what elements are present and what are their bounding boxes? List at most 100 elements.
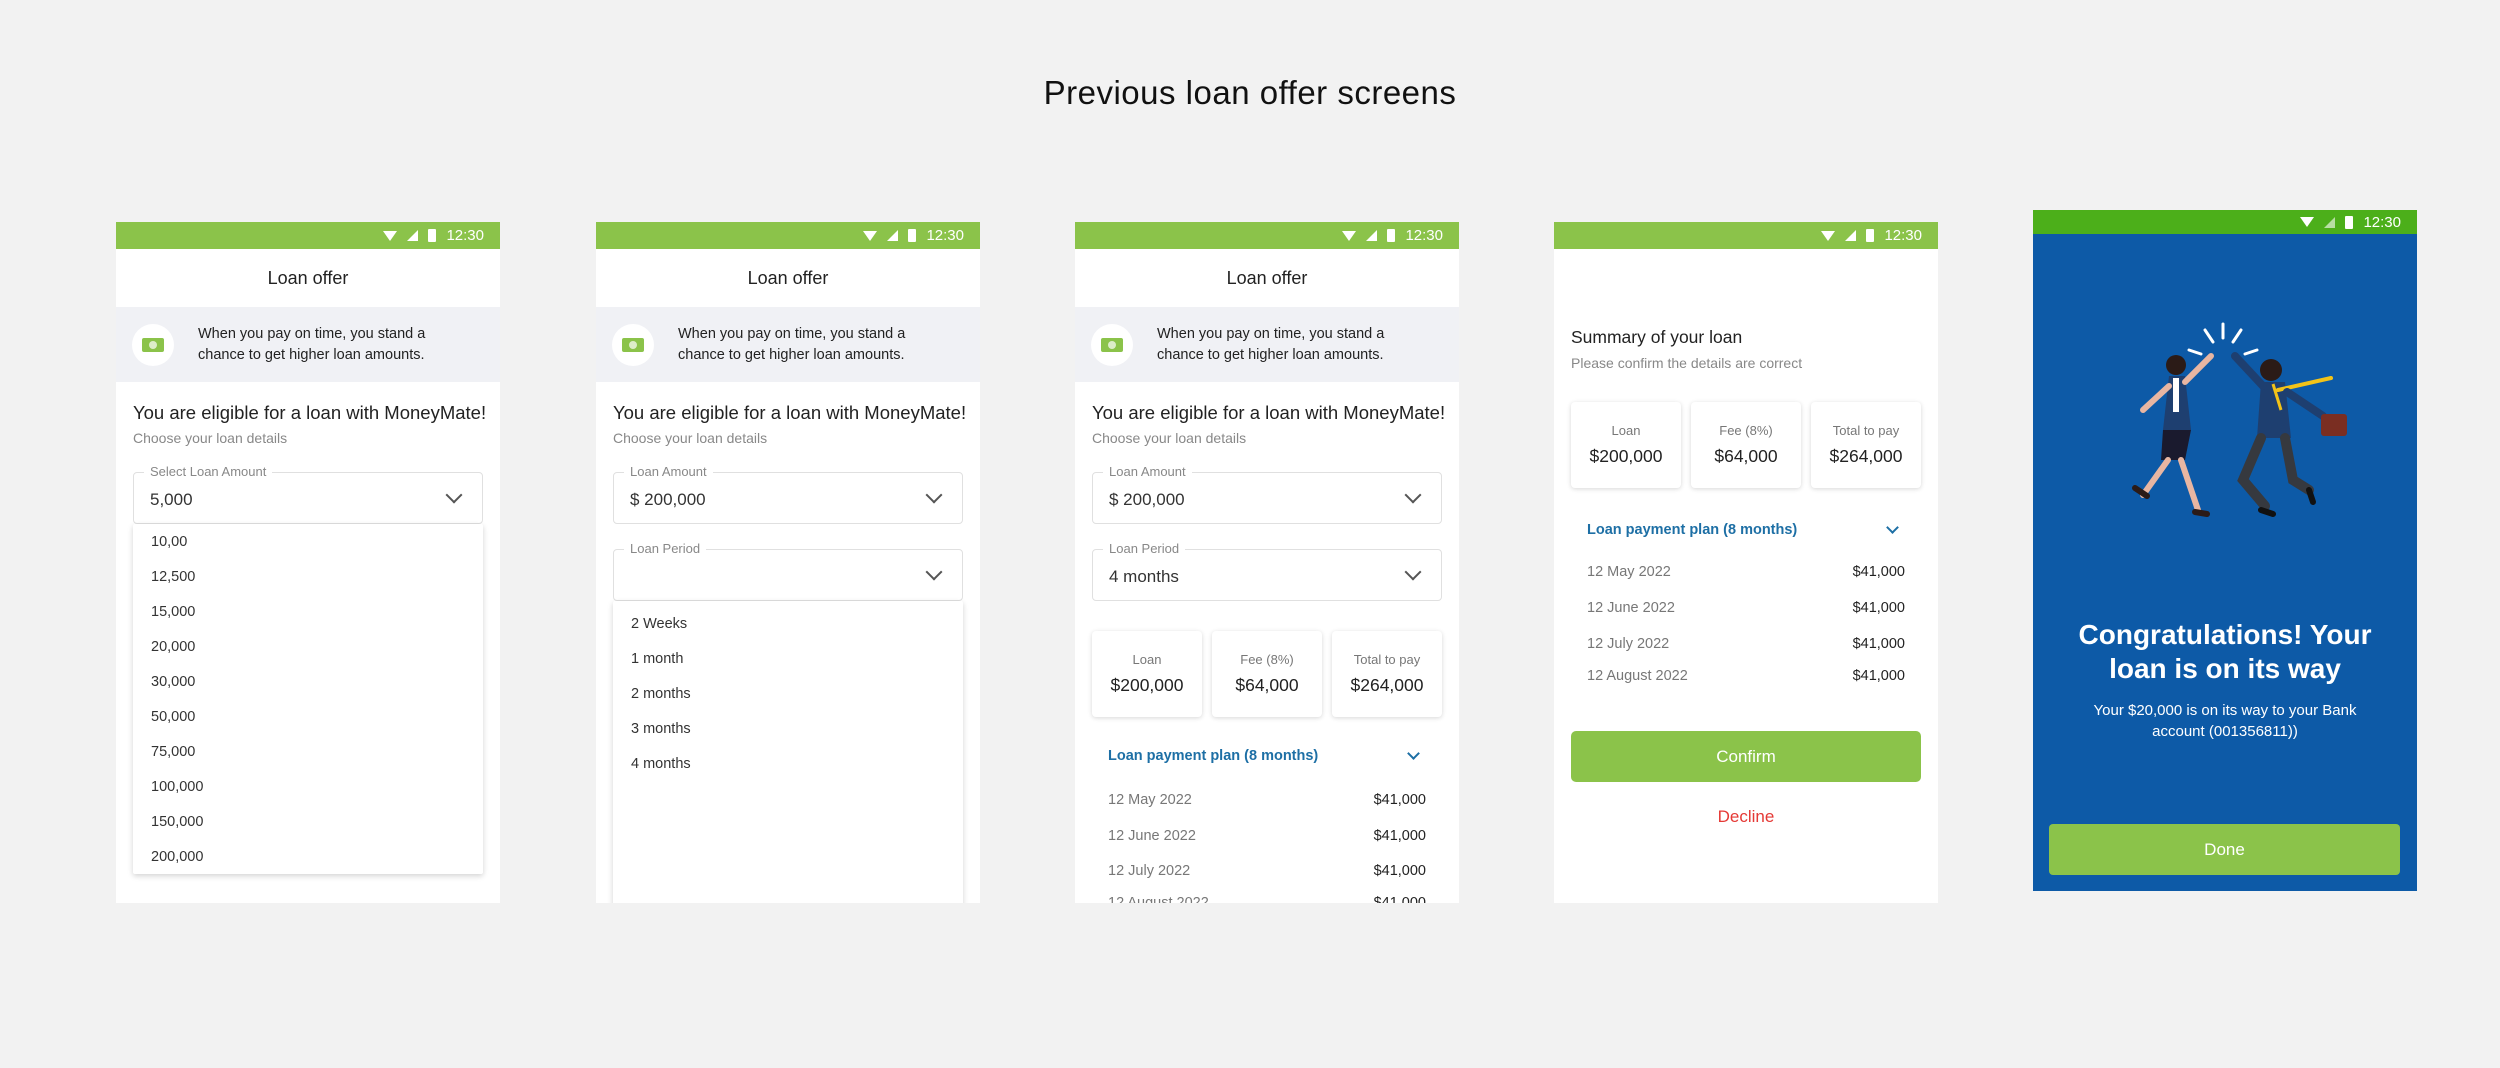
payment-date: 12 August 2022 [1587, 668, 1688, 684]
dropdown-option[interactable]: 4 months [613, 746, 963, 781]
payment-row: 12 July 2022 $41,000 [1587, 636, 1905, 652]
battery-icon [2345, 215, 2354, 229]
status-bar: 12:30 [1075, 222, 1459, 249]
eligible-subtitle: Choose your loan details [133, 430, 288, 446]
payment-plan-toggle[interactable]: Loan payment plan (8 months) [1587, 521, 1905, 538]
payment-date: 12 July 2022 [1587, 636, 1670, 652]
tip-text: When you pay on time, you stand a chance… [198, 325, 426, 363]
payment-amount: $41,000 [1852, 564, 1905, 580]
dropdown-option[interactable]: 50,000 [133, 699, 483, 734]
status-time: 12:30 [1405, 227, 1443, 244]
payment-date: 12 June 2022 [1587, 600, 1675, 616]
total-card: Total to pay $264,000 [1811, 402, 1921, 488]
signal-icon [407, 230, 419, 241]
payment-row: 12 June 2022 $41,000 [1108, 828, 1426, 844]
total-card: Total to pay $264,000 [1332, 631, 1442, 717]
app-header-title: Loan offer [1075, 249, 1459, 307]
battery-icon [428, 229, 437, 242]
dropdown-option[interactable]: 150,000 [133, 804, 483, 839]
dropdown-option[interactable]: 12,500 [133, 559, 483, 594]
card-value: $200,000 [1110, 675, 1184, 695]
loan-amount-select[interactable]: Select Loan Amount 5,000 [133, 464, 483, 524]
app-header-title: Loan offer [116, 249, 500, 307]
payment-row: 12 June 2022 $41,000 [1587, 600, 1905, 616]
dropdown-option[interactable]: 1 month [613, 641, 963, 676]
loan-amount-dropdown: 10,00 12,500 15,000 20,000 30,000 50,000… [133, 524, 483, 874]
tip-banner: When you pay on time, you stand a chance… [596, 307, 980, 382]
dropdown-option[interactable]: 15,000 [133, 594, 483, 629]
loan-card: Loan $200,000 [1571, 402, 1681, 488]
confirm-button[interactable]: Confirm [1571, 731, 1921, 782]
loan-card: Loan $200,000 [1092, 631, 1202, 717]
payment-plan-title: Loan payment plan (8 months) [1587, 522, 1798, 538]
field-label: Loan Period [624, 541, 707, 556]
battery-icon [908, 229, 917, 242]
payment-amount: $41,000 [1373, 792, 1426, 808]
eligible-title: You are eligible for a loan with MoneyMa… [613, 402, 967, 423]
celebration-illustration [2132, 322, 2347, 517]
payment-date: 12 May 2022 [1587, 564, 1671, 580]
payment-amount: $41,000 [1852, 636, 1905, 652]
field-value: $ 200,000 [630, 490, 706, 509]
loan-period-select[interactable]: Loan Period 4 months [1092, 541, 1442, 601]
loan-period-dropdown: 2 Weeks 1 month 2 months 3 months 4 mont… [613, 601, 963, 903]
done-button[interactable]: Done [2049, 824, 2400, 875]
loan-amount-select[interactable]: Loan Amount $ 200,000 [1092, 464, 1442, 524]
status-time: 12:30 [446, 227, 484, 244]
status-bar: 12:30 [2033, 210, 2417, 234]
payment-amount: $41,000 [1373, 863, 1426, 879]
payment-amount: $41,000 [1373, 828, 1426, 844]
loan-period-select[interactable]: Loan Period [613, 541, 963, 601]
dropdown-option[interactable]: 75,000 [133, 734, 483, 769]
status-time: 12:30 [1884, 227, 1922, 244]
wifi-icon [863, 230, 878, 241]
field-value: 4 months [1109, 567, 1179, 586]
dropdown-option[interactable]: 2 Weeks [613, 606, 963, 641]
signal-icon [1366, 230, 1378, 241]
chevron-down-icon[interactable] [445, 486, 463, 504]
chevron-down-icon[interactable] [925, 486, 943, 504]
wifi-icon [2300, 217, 2315, 227]
wifi-icon [1342, 230, 1357, 241]
dropdown-option[interactable]: 10,00 [133, 524, 483, 559]
eligible-title: You are eligible for a loan with MoneyMa… [133, 402, 487, 423]
eligible-subtitle: Choose your loan details [1092, 430, 1247, 446]
decline-button[interactable]: Decline [1571, 803, 1921, 831]
payment-row: 12 August 2022 $41,000 [1108, 895, 1426, 903]
battery-icon [1387, 229, 1396, 242]
dropdown-option[interactable]: 200,000 [133, 839, 483, 874]
card-value: $64,000 [1235, 675, 1299, 695]
dropdown-option[interactable]: 3 months [613, 711, 963, 746]
dropdown-option[interactable]: 20,000 [133, 629, 483, 664]
payment-amount: $41,000 [1852, 600, 1905, 616]
cash-icon [132, 323, 174, 366]
battery-icon [1866, 229, 1875, 242]
field-label: Loan Amount [1103, 464, 1192, 479]
dropdown-option[interactable]: 2 months [613, 676, 963, 711]
phone-screen-summary: 12:30 Summary of your loan Please confir… [1554, 222, 1938, 903]
summary-title: Summary of your loan [1571, 327, 1743, 347]
wifi-icon [1821, 230, 1836, 241]
field-value: 5,000 [150, 490, 193, 509]
loan-summary-cards: Loan $200,000 Fee (8%) $64,000 Total to … [1092, 631, 1442, 717]
dropdown-option[interactable]: 30,000 [133, 664, 483, 699]
payment-amount: $41,000 [1852, 668, 1905, 684]
chevron-down-icon[interactable] [1404, 563, 1422, 581]
chevron-down-icon[interactable] [1404, 486, 1422, 504]
app-header-title: Loan offer [596, 249, 980, 307]
phone-screen-amount-select: 12:30 Loan offer When you pay on time, y… [116, 222, 500, 903]
success-title: Congratulations! Your loan is on its way [2078, 619, 2372, 684]
payment-plan-toggle[interactable]: Loan payment plan (8 months) [1108, 747, 1426, 764]
loan-amount-select[interactable]: Loan Amount $ 200,000 [613, 464, 963, 524]
card-value: $64,000 [1714, 446, 1778, 466]
chevron-down-icon[interactable] [925, 563, 943, 581]
dropdown-option[interactable]: 100,000 [133, 769, 483, 804]
eligible-subtitle: Choose your loan details [613, 430, 768, 446]
eligible-title: You are eligible for a loan with MoneyMa… [1092, 402, 1446, 423]
wifi-icon [383, 230, 398, 241]
status-bar: 12:30 [596, 222, 980, 249]
field-label: Select Loan Amount [144, 464, 273, 479]
loan-summary-cards: Loan $200,000 Fee (8%) $64,000 Total to … [1571, 402, 1921, 488]
fee-card: Fee (8%) $64,000 [1691, 402, 1801, 488]
card-label: Fee (8%) [1240, 652, 1294, 667]
